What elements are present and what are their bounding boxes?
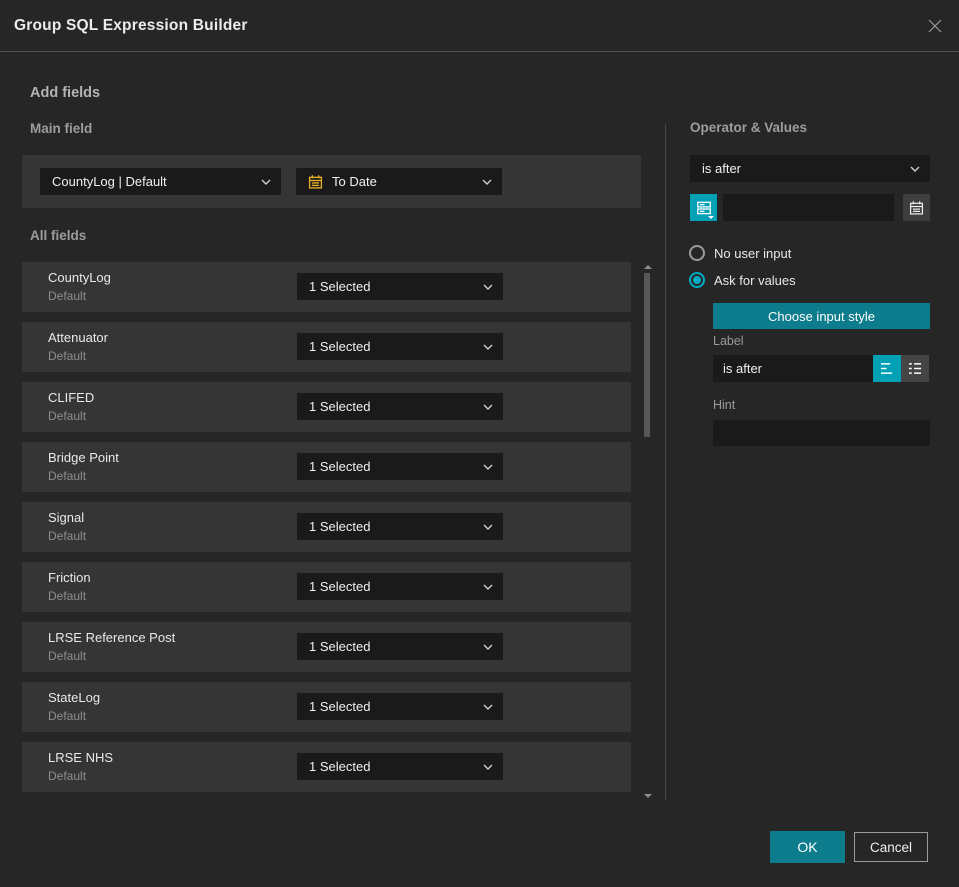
field-values-select[interactable]: 1 Selected [297, 513, 503, 540]
field-name: Signal [48, 510, 85, 525]
field-subtitle: Default [48, 589, 87, 603]
field-values-select[interactable]: 1 Selected [297, 633, 503, 660]
field-select-value: 1 Selected [309, 399, 371, 414]
all-fields-list: CountyLog Default 1 Selected Attenuator … [22, 262, 631, 792]
chevron-down-icon [483, 464, 493, 470]
radio-circle-selected-icon [689, 272, 705, 288]
scroll-up-arrow-icon[interactable] [644, 265, 652, 269]
field-name: Bridge Point [48, 450, 119, 465]
close-icon[interactable] [924, 16, 946, 38]
radio-no-user-input-label: No user input [714, 245, 792, 261]
radio-circle-icon [689, 245, 705, 261]
field-row: CountyLog Default 1 Selected [22, 262, 631, 312]
main-field-panel: CountyLog | Default To Date [22, 155, 641, 208]
radio-ask-for-values[interactable]: Ask for values [689, 272, 796, 288]
field-select-value: 1 Selected [309, 579, 371, 594]
field-values-select[interactable]: 1 Selected [297, 693, 503, 720]
chevron-down-icon [483, 404, 493, 410]
add-fields-heading: Add fields [30, 85, 101, 101]
radio-no-user-input[interactable]: No user input [689, 245, 791, 261]
scroll-down-arrow-icon[interactable] [644, 794, 652, 798]
chevron-down-icon [708, 216, 714, 219]
calendar-icon [308, 174, 323, 190]
field-subtitle: Default [48, 469, 87, 483]
field-row: LRSE NHS Default 1 Selected [22, 742, 631, 792]
operator-select[interactable]: is after [690, 155, 930, 182]
field-row: CLIFED Default 1 Selected [22, 382, 631, 432]
field-name: LRSE Reference Post [48, 630, 176, 645]
field-values-select[interactable]: 1 Selected [297, 273, 503, 300]
field-name: CLIFED [48, 390, 95, 405]
scrollbar-thumb[interactable] [644, 273, 650, 437]
field-subtitle: Default [48, 409, 87, 423]
main-field-select[interactable]: CountyLog | Default [40, 168, 281, 195]
chevron-down-icon [483, 704, 493, 710]
field-name: Attenuator [48, 330, 108, 345]
chevron-down-icon [483, 344, 493, 350]
field-subtitle: Default [48, 649, 87, 663]
field-subtitle: Default [48, 769, 87, 783]
field-row: StateLog Default 1 Selected [22, 682, 631, 732]
field-subtitle: Default [48, 289, 87, 303]
chevron-down-icon [483, 524, 493, 530]
operator-select-value: is after [702, 161, 742, 176]
value-input[interactable] [723, 194, 894, 221]
field-select-value: 1 Selected [309, 459, 371, 474]
field-name: LRSE NHS [48, 750, 114, 765]
field-select-value: 1 Selected [309, 519, 371, 534]
hint-input[interactable] [713, 420, 930, 446]
chevron-down-icon [910, 166, 920, 172]
dialog-header: Group SQL Expression Builder [0, 0, 959, 52]
single-value-input-icon[interactable] [873, 355, 901, 382]
hint-field-label: Hint [713, 398, 736, 412]
chevron-down-icon [261, 179, 271, 185]
input-type-stack-icon[interactable] [690, 194, 717, 221]
main-field-type-select-value: To Date [332, 174, 377, 189]
label-input[interactable] [713, 355, 873, 382]
field-values-select[interactable]: 1 Selected [297, 453, 503, 480]
field-values-select[interactable]: 1 Selected [297, 753, 503, 780]
field-row: Friction Default 1 Selected [22, 562, 631, 612]
field-subtitle: Default [48, 349, 87, 363]
field-subtitle: Default [48, 709, 87, 723]
group-sql-expression-builder-dialog: Group SQL Expression Builder Add fields … [0, 0, 959, 887]
list-scrollbar[interactable] [640, 263, 654, 800]
list-values-icon[interactable] [901, 355, 929, 382]
chevron-down-icon [483, 764, 493, 770]
field-select-value: 1 Selected [309, 699, 371, 714]
field-select-value: 1 Selected [309, 339, 371, 354]
all-fields-label: All fields [30, 228, 87, 243]
panel-divider [665, 124, 666, 800]
main-field-type-select[interactable]: To Date [296, 168, 502, 195]
chevron-down-icon [483, 644, 493, 650]
field-subtitle: Default [48, 529, 87, 543]
field-row: LRSE Reference Post Default 1 Selected [22, 622, 631, 672]
cancel-button[interactable]: Cancel [854, 832, 928, 862]
chevron-down-icon [483, 284, 493, 290]
field-row: Attenuator Default 1 Selected [22, 322, 631, 372]
field-select-value: 1 Selected [309, 759, 371, 774]
field-select-value: 1 Selected [309, 639, 371, 654]
chevron-down-icon [483, 584, 493, 590]
chevron-down-icon [482, 179, 492, 185]
choose-input-style-button[interactable]: Choose input style [713, 303, 930, 329]
main-field-label: Main field [30, 121, 93, 136]
field-name: Friction [48, 570, 91, 585]
field-name: StateLog [48, 690, 101, 705]
field-values-select[interactable]: 1 Selected [297, 573, 503, 600]
field-values-select[interactable]: 1 Selected [297, 393, 503, 420]
dialog-title: Group SQL Expression Builder [14, 17, 248, 34]
field-row: Signal Default 1 Selected [22, 502, 631, 552]
ok-button[interactable]: OK [770, 831, 845, 863]
field-row: Bridge Point Default 1 Selected [22, 442, 631, 492]
radio-ask-for-values-label: Ask for values [714, 272, 796, 288]
field-name: CountyLog [48, 270, 111, 285]
field-select-value: 1 Selected [309, 279, 371, 294]
field-values-select[interactable]: 1 Selected [297, 333, 503, 360]
operator-values-label: Operator & Values [690, 120, 808, 135]
calendar-picker-icon[interactable] [903, 194, 930, 221]
label-field-label: Label [713, 334, 744, 348]
main-field-select-value: CountyLog | Default [52, 174, 167, 189]
